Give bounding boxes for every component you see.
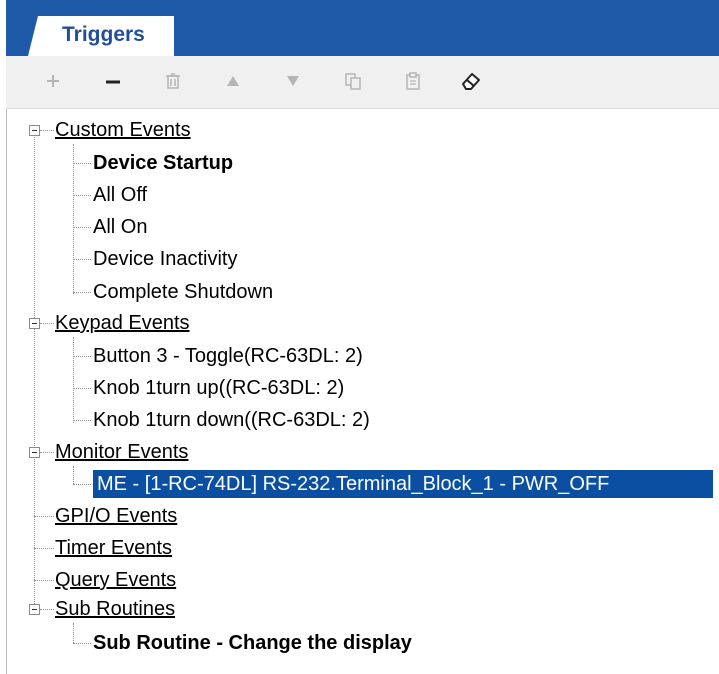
copy-button[interactable] [338, 66, 368, 96]
tree-item-all-off[interactable]: All Off [93, 181, 147, 209]
tree-item-me-pwr-off[interactable]: ME - [1-RC-74DL] RS-232.Terminal_Block_1… [93, 470, 713, 498]
tree-line [73, 163, 91, 164]
tree-line [73, 420, 91, 421]
tree-line [34, 516, 54, 517]
tree-item-sub-routine-change-display[interactable]: Sub Routine - Change the display [93, 629, 412, 657]
collapse-custom-events-icon[interactable] [29, 125, 40, 136]
arrow-up-icon [227, 76, 239, 86]
category-sub-routines[interactable]: Sub Routines [55, 595, 175, 623]
tree-line [73, 292, 91, 293]
category-timer-events[interactable]: Timer Events [55, 534, 172, 562]
tab-triggers[interactable]: Triggers [28, 16, 174, 56]
tree-line [73, 227, 91, 228]
tree-line [73, 259, 91, 260]
collapse-monitor-events-icon[interactable] [29, 447, 40, 458]
tree-line [40, 130, 54, 131]
tab-bar: Triggers [6, 0, 719, 56]
copy-icon [345, 73, 361, 90]
tree-line [73, 643, 91, 644]
tree-item-device-inactivity[interactable]: Device Inactivity [93, 245, 238, 273]
collapse-sub-routines-icon[interactable] [29, 604, 40, 615]
tree-line [73, 484, 91, 485]
minus-icon [106, 80, 120, 84]
plus-icon [47, 75, 59, 87]
category-gpio-events[interactable]: GPI/O Events [55, 502, 177, 530]
tree-line [73, 195, 91, 196]
tree-item-all-on[interactable]: All On [93, 213, 147, 241]
category-monitor-events[interactable]: Monitor Events [55, 438, 188, 466]
tree-item-device-startup[interactable]: Device Startup [93, 149, 233, 177]
tree-line [73, 466, 74, 484]
tree-line [40, 452, 54, 453]
category-query-events[interactable]: Query Events [55, 566, 176, 594]
trash-icon [166, 73, 180, 89]
tree-item-button-3-toggle[interactable]: Button 3 - Toggle(RC-63DL: 2) [93, 342, 363, 370]
triggers-tree[interactable]: Custom Events Device Startup All Off All… [6, 109, 719, 674]
tree-line [73, 623, 74, 643]
paste-icon [406, 72, 420, 90]
tree-line [73, 144, 74, 294]
category-custom-events[interactable]: Custom Events [55, 116, 191, 144]
tree-line [73, 388, 91, 389]
delete-button[interactable] [158, 66, 188, 96]
eraser-icon [462, 73, 480, 90]
paste-button[interactable] [398, 66, 428, 96]
tree-item-complete-shutdown[interactable]: Complete Shutdown [93, 278, 273, 306]
clear-button[interactable] [456, 66, 486, 96]
tree-item-knob-turn-up[interactable]: Knob 1turn up((RC-63DL: 2) [93, 374, 344, 402]
tree-line [40, 323, 54, 324]
collapse-keypad-events-icon[interactable] [29, 318, 40, 329]
category-keypad-events[interactable]: Keypad Events [55, 309, 190, 337]
arrow-down-icon [287, 76, 299, 86]
tree-line [34, 580, 54, 581]
tree-line [34, 548, 54, 549]
toolbar [6, 56, 719, 109]
tree-item-knob-turn-down[interactable]: Knob 1turn down((RC-63DL: 2) [93, 406, 370, 434]
tab-triggers-label: Triggers [62, 23, 145, 46]
move-up-button[interactable] [218, 66, 248, 96]
move-down-button[interactable] [278, 66, 308, 96]
remove-button[interactable] [98, 66, 128, 96]
add-button[interactable] [38, 66, 68, 96]
tree-line [73, 356, 91, 357]
tree-line [73, 337, 74, 423]
tree-line [40, 609, 54, 610]
tree-line [34, 130, 35, 608]
